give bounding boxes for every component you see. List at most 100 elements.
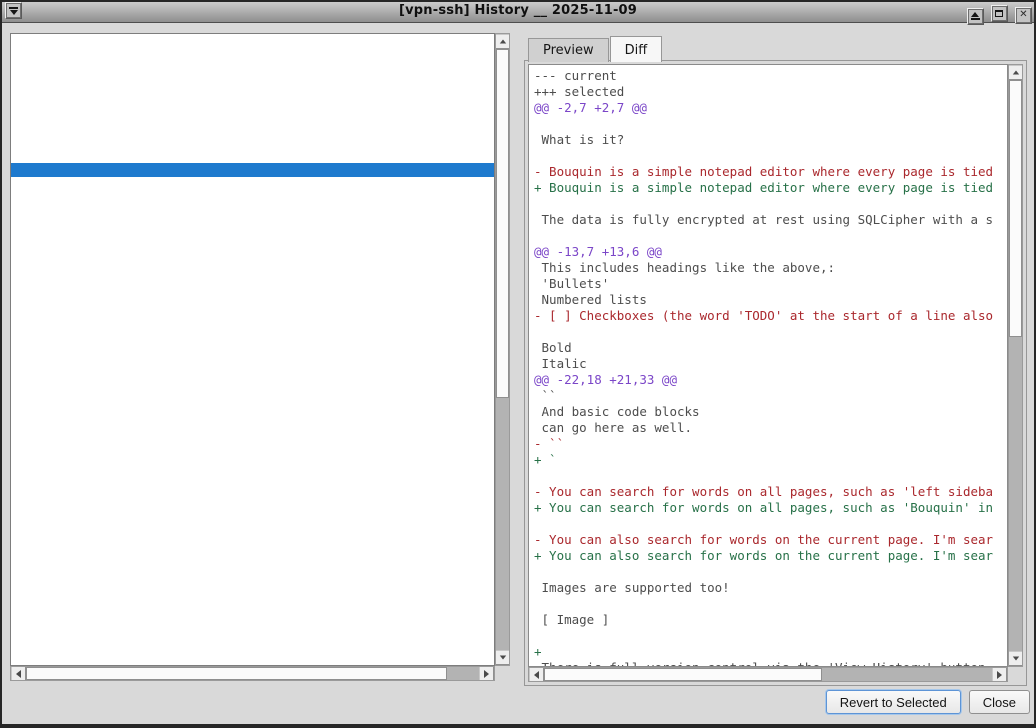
scrollbar-thumb[interactable] [26,667,447,680]
list-horizontal-scrollbar[interactable] [10,666,495,681]
version-and-timestamp: v64 — 2025-11-09 19:03:16 AEDT [46,246,260,247]
version-note: autosave [278,596,335,597]
version-list-item[interactable]: v62 — 2025-11-09 19:00:05 AEDT·autosave [11,261,494,275]
version-list-item[interactable]: v74 — 2025-11-10 10:42:03 AEDT·autosave [11,93,494,107]
diff-vertical-scrollbar[interactable] [1008,64,1023,667]
version-list-item[interactable]: v34 — 2025-11-09 16:05:20 AEDT·autosave [11,653,494,666]
version-list-item[interactable]: v51 — 2025-11-09 18:35:42 AEDT·autosave [11,415,494,429]
scrollbar-track[interactable] [544,668,992,681]
separator-dot: · [267,624,271,625]
tab-diff[interactable]: Diff [610,36,663,62]
separator-dot: · [267,64,271,65]
diff-line: @@ -13,7 +13,6 @@ [534,244,1007,260]
close-window-button[interactable]: ✕ [1015,7,1032,24]
tab-preview[interactable]: Preview [528,38,609,62]
scroll-up-button[interactable] [496,34,509,49]
list-vertical-scrollbar[interactable] [495,33,510,666]
separator-dot: · [267,162,271,163]
version-list-item[interactable]: v37 — 2025-11-09 16:13:04 AEDT·autosave [11,611,494,625]
scroll-down-button[interactable] [1009,651,1022,666]
version-list-item[interactable]: v64 — 2025-11-09 19:03:16 AEDT·autosave [11,233,494,247]
scrollbar-track[interactable] [1009,80,1022,651]
scrollbar-corner [495,666,510,681]
version-list-item[interactable]: v57 — 2025-11-09 18:54:36 AEDT·autosave [11,331,494,345]
scrollbar-track[interactable] [496,49,509,650]
version-list-item[interactable]: v38 — 2025-11-09 16:13:50 AEDT·autosave [11,597,494,611]
version-list-item[interactable]: v73 — 2025-11-10 10:41:42 AEDT·autosave [11,107,494,121]
version-and-timestamp: v41 — 2025-11-09 16:16:09 AEDT [46,568,260,569]
scrollbar-track[interactable] [26,667,479,680]
separator-dot: · [267,540,271,541]
version-list-item[interactable]: v47 — 2025-11-09 18:33:45 AEDT·autosave [11,471,494,485]
diff-line: @@ -22,18 +21,33 @@ [534,372,1007,388]
version-list-item[interactable]: v70 — 2025-11-10 10:40:47 AEDT·autosave [11,149,494,163]
separator-dot: · [267,92,271,93]
scroll-up-button[interactable] [1009,65,1022,80]
version-list-item[interactable]: v68 — 2025-11-09 19:08:09 AEDT·autosave [11,177,494,191]
version-list-item[interactable]: v54 — 2025-11-09 18:38:04 AEDT·autosave [11,373,494,387]
scrollbar-thumb[interactable] [496,49,509,398]
version-list-item[interactable]: v50 — 2025-11-09 18:35:18 AEDT·autosave [11,429,494,443]
close-icon: ✕ [1019,10,1027,20]
separator-dot: · [267,596,271,597]
version-list-item[interactable]: v75 — 2025-11-10 10:42:28 AEDT·autosave [11,79,494,93]
scroll-down-button[interactable] [496,650,509,665]
shade-button[interactable] [967,8,984,25]
version-list-item[interactable]: v72 — 2025-11-10 10:41:30 AEDT·autosave [11,121,494,135]
separator-dot: · [267,190,271,191]
version-list-item[interactable]: v71 — 2025-11-10 10:41:20 AEDT·autosave [11,135,494,149]
version-list-item[interactable]: v49 — 2025-11-09 18:34:29 AEDT·autosave [11,443,494,457]
diff-text[interactable]: --- current+++ selected@@ -2,7 +2,7 @@ W… [528,64,1008,667]
scrollbar-thumb[interactable] [1009,80,1022,337]
version-and-timestamp: v69 — 2025-11-10 07:59:37 AEDT [46,176,260,177]
revert-to-selected-button[interactable]: Revert to Selected [826,690,961,714]
version-list-item[interactable]: v46 — 2025-11-09 18:31:07 AEDT·autosave [11,485,494,499]
version-list-item[interactable]: v44 — 2025-11-09 16:18:50 AEDT·autosave [11,513,494,527]
version-list-item[interactable]: v40 — 2025-11-09 16:15:38 AEDT·autosave [11,569,494,583]
separator-dot: · [267,204,271,205]
version-list-item[interactable]: v69 — 2025-11-10 07:59:37 AEDT·Unchecked… [11,163,494,177]
separator-dot: · [267,120,271,121]
version-list-item[interactable]: v67 — 2025-11-09 19:07:07 AEDT·autosave [11,191,494,205]
version-list-item[interactable]: v77 — 2025-11-10 10:43:12 AEDT·autosave [11,51,494,65]
version-note: autosave [278,274,335,275]
version-list-item[interactable]: v59 — 2025-11-09 18:56:44 AEDT·autosave [11,303,494,317]
footer-button-bar: Revert to Selected Close [826,690,1030,714]
version-list-item[interactable]: v58 — 2025-11-09 18:54:43 AEDT·autosave [11,317,494,331]
version-list-item[interactable]: v76 — 2025-11-10 10:42:44 AEDT·autosave [11,65,494,79]
version-list-item[interactable]: v45 — 2025-11-09 18:28:13 AEDT·autosave [11,499,494,513]
version-list[interactable]: v78 — 2025-11-10 10:44:15 AEDT·autosave … [10,33,495,666]
version-note: autosave [278,162,335,163]
version-list-item[interactable]: v61 — 2025-11-09 18:57:44 AEDT·autosave [11,275,494,289]
diff-line: can go here as well. [534,420,1007,436]
scroll-right-button[interactable] [992,668,1007,681]
version-list-item[interactable]: v60 — 2025-11-09 18:56:51 AEDT·autosave [11,289,494,303]
version-list-item[interactable]: v78 — 2025-11-10 10:44:15 AEDT·autosave … [11,37,494,51]
version-and-timestamp: v48 — 2025-11-09 18:34:19 AEDT [46,470,260,471]
version-list-item[interactable]: v36 — 2025-11-09 16:12:56 AEDT·autosave [11,625,494,639]
version-and-timestamp: v77 — 2025-11-10 10:43:12 AEDT [46,64,260,65]
version-list-item[interactable]: v66 — 2025-11-09 19:05:02 AEDT·autosave [11,205,494,219]
version-list-item[interactable]: v43 — 2025-11-09 16:18:10 AEDT·autosave [11,527,494,541]
maximize-button[interactable] [991,5,1008,22]
separator-dot: · [267,554,271,555]
separator-dot: · [267,526,271,527]
version-list-item[interactable]: v35 — 2025-11-09 16:11:06 AEDT·autosave [11,639,494,653]
version-list-item[interactable]: v52 — 2025-11-09 18:36:08 AEDT·autosave [11,401,494,415]
scroll-right-button[interactable] [479,667,494,680]
diff-horizontal-scrollbar[interactable] [528,667,1008,682]
version-and-timestamp: v39 — 2025-11-09 16:14:56 AEDT [46,596,260,597]
version-list-item[interactable]: v56 — 2025-11-09 18:41:20 AEDT·autosave [11,345,494,359]
close-button[interactable]: Close [969,690,1030,714]
version-list-item[interactable]: v63 — 2025-11-09 19:00:13 AEDT·autosave [11,247,494,261]
version-list-item[interactable]: v42 — 2025-11-09 16:16:19 AEDT·autosave [11,541,494,555]
scroll-left-button[interactable] [529,668,544,681]
version-list-item[interactable]: v65 — 2025-11-09 19:04:34 AEDT·autosave [11,219,494,233]
scrollbar-thumb[interactable] [544,668,822,681]
version-list-item[interactable]: v41 — 2025-11-09 16:16:09 AEDT·autosave [11,555,494,569]
version-list-item[interactable]: v48 — 2025-11-09 18:34:19 AEDT·autosave [11,457,494,471]
version-list-item[interactable]: v55 — 2025-11-09 18:38:17 AEDT·autosave [11,359,494,373]
scroll-left-button[interactable] [11,667,26,680]
version-list-item[interactable]: v39 — 2025-11-09 16:14:56 AEDT · autosave [11,583,494,597]
version-list-item[interactable]: v53 — 2025-11-09 18:37:16 AEDT·autosave [11,387,494,401]
